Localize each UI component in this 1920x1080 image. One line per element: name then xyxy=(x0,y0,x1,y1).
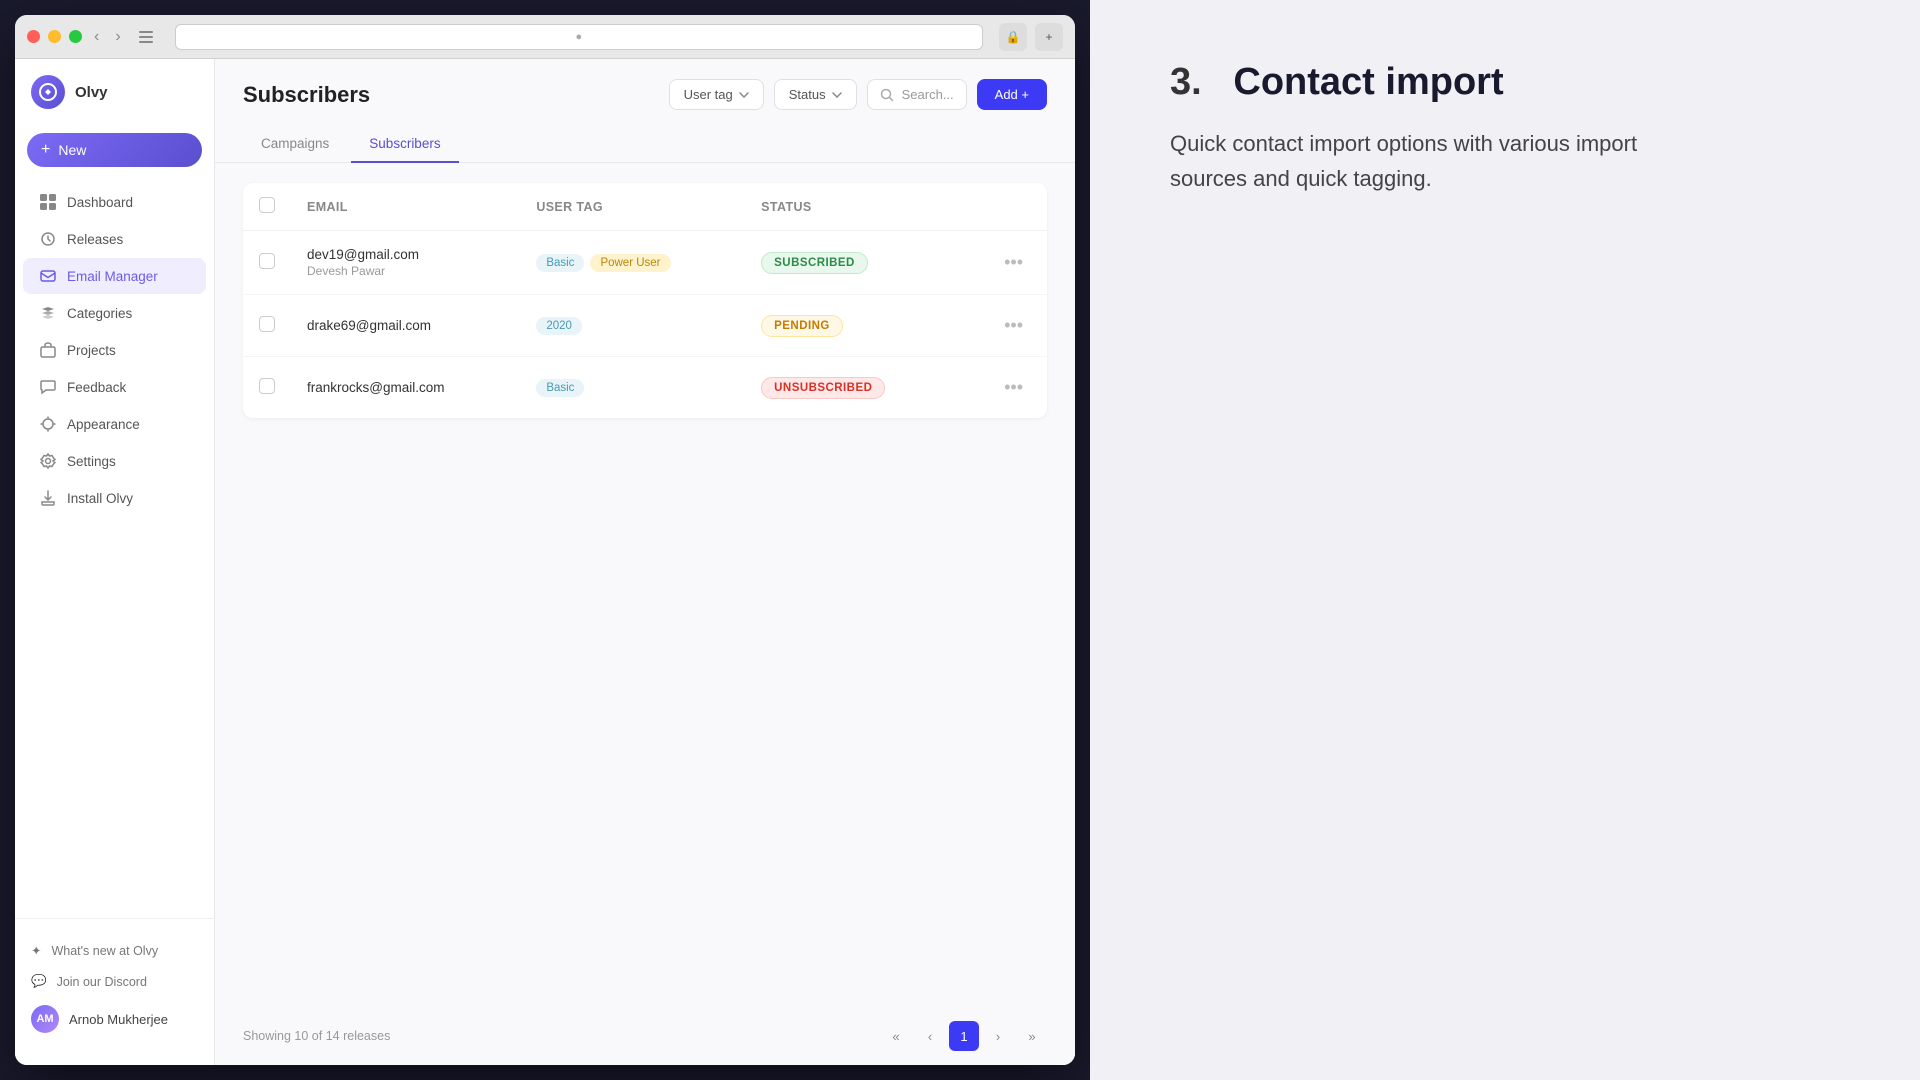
page-header: Subscribers User tag Status Search... xyxy=(215,59,1075,126)
sidebar-item-projects[interactable]: Projects xyxy=(23,332,206,368)
new-button[interactable]: + New xyxy=(27,133,202,167)
sidebar-item-appearance[interactable]: Appearance xyxy=(23,406,206,442)
back-button[interactable]: ‹ xyxy=(90,24,103,50)
email-column-header: Email xyxy=(291,183,520,231)
minimize-button[interactable] xyxy=(48,30,61,43)
forward-button[interactable]: › xyxy=(111,24,124,50)
select-all-checkbox[interactable] xyxy=(259,197,275,213)
row-checkbox[interactable] xyxy=(259,253,275,269)
status-badge: UNSUBSCRIBED xyxy=(761,377,885,399)
more-actions-button[interactable]: ••• xyxy=(996,373,1031,402)
sidebar-item-install-olvy[interactable]: Install Olvy xyxy=(23,480,206,516)
user-tag-column-header: User tag xyxy=(520,183,745,231)
search-icon xyxy=(880,88,894,102)
subscribers-table: Email User tag Status dev19@gmail xyxy=(243,183,1047,418)
email-secondary: Devesh Pawar xyxy=(307,264,504,278)
releases-icon xyxy=(39,230,57,248)
user-name: Arnob Mukherjee xyxy=(69,1012,168,1027)
sidebar-nav: Dashboard Releases Email Manager xyxy=(15,183,214,918)
browser-window: ‹ › ● 🔒 + Olvy + New xyxy=(15,15,1075,1065)
sidebar: Olvy + New Dashboard Releases xyxy=(15,59,215,1065)
extension-button[interactable]: 🔒 xyxy=(999,23,1027,51)
tags-cell: Basic Power User xyxy=(536,254,729,272)
email-manager-icon xyxy=(39,267,57,285)
status-column-header: Status xyxy=(745,183,956,231)
import-description: Quick contact import options with variou… xyxy=(1170,126,1670,196)
url-bar[interactable]: ● xyxy=(175,24,983,50)
tag-badge[interactable]: Basic xyxy=(536,379,584,397)
actions-column-header xyxy=(956,183,1047,231)
tab-campaigns[interactable]: Campaigns xyxy=(243,126,347,163)
tag-badge[interactable]: Basic xyxy=(536,254,584,272)
status-badge: PENDING xyxy=(761,315,843,337)
search-box[interactable]: Search... xyxy=(867,79,967,110)
pagination: « ‹ 1 › » xyxy=(881,1021,1047,1051)
right-panel: 3. Contact import Quick contact import o… xyxy=(1090,0,1920,1080)
feedback-icon xyxy=(39,378,57,396)
status-filter[interactable]: Status xyxy=(774,79,857,110)
sidebar-item-feedback[interactable]: Feedback xyxy=(23,369,206,405)
sidebar-logo: Olvy xyxy=(15,75,214,125)
appearance-icon xyxy=(39,415,57,433)
status-badge: SUBSCRIBED xyxy=(761,252,868,274)
row-checkbox[interactable] xyxy=(259,316,275,332)
first-page-button[interactable]: « xyxy=(881,1021,911,1051)
tags-cell: 2020 xyxy=(536,317,729,335)
logo-icon xyxy=(31,75,65,109)
prev-page-button[interactable]: ‹ xyxy=(915,1021,945,1051)
email-primary: frankrocks@gmail.com xyxy=(307,380,504,395)
tag-badge[interactable]: 2020 xyxy=(536,317,582,335)
maximize-button[interactable] xyxy=(69,30,82,43)
settings-icon xyxy=(39,452,57,470)
discord-icon: 💬 xyxy=(31,974,47,989)
header-actions: User tag Status Search... Add + xyxy=(669,79,1047,110)
showing-text: Showing 10 of 14 releases xyxy=(243,1029,390,1043)
main-content: Subscribers User tag Status Search... xyxy=(215,59,1075,1065)
sidebar-footer: ✦ What's new at Olvy 💬 Join our Discord … xyxy=(15,918,214,1049)
plus-icon: + xyxy=(41,141,50,159)
page-1-button[interactable]: 1 xyxy=(949,1021,979,1051)
avatar: AM xyxy=(31,1005,59,1033)
more-actions-button[interactable]: ••• xyxy=(996,248,1031,277)
table-row: drake69@gmail.com 2020 PENDING ••• xyxy=(243,295,1047,357)
close-button[interactable] xyxy=(27,30,40,43)
sparkle-icon: ✦ xyxy=(31,943,41,958)
next-page-button[interactable]: › xyxy=(983,1021,1013,1051)
tabs: Campaigns Subscribers xyxy=(215,126,1075,163)
table-row: dev19@gmail.com Devesh Pawar Basic Power Us… xyxy=(243,231,1047,295)
projects-icon xyxy=(39,341,57,359)
sidebar-toggle-button[interactable] xyxy=(133,27,159,47)
dashboard-icon xyxy=(39,193,57,211)
app-container: Olvy + New Dashboard Releases xyxy=(15,59,1075,1065)
table-container: Email User tag Status dev19@gmail xyxy=(215,163,1075,1007)
table-footer: Showing 10 of 14 releases « ‹ 1 › » xyxy=(215,1007,1075,1065)
email-primary: dev19@gmail.com xyxy=(307,247,504,262)
whats-new-link[interactable]: ✦ What's new at Olvy xyxy=(15,935,214,966)
more-actions-button[interactable]: ••• xyxy=(996,311,1031,340)
import-heading: 3. Contact import xyxy=(1170,60,1670,106)
browser-titlebar: ‹ › ● 🔒 + xyxy=(15,15,1075,59)
categories-icon xyxy=(39,304,57,322)
user-profile[interactable]: AM Arnob Mukherjee xyxy=(15,997,214,1041)
email-primary: drake69@gmail.com xyxy=(307,318,504,333)
last-page-button[interactable]: » xyxy=(1017,1021,1047,1051)
page-title: Subscribers xyxy=(243,82,370,108)
sidebar-item-settings[interactable]: Settings xyxy=(23,443,206,479)
table-row: frankrocks@gmail.com Basic UNSUBSCRIBED ••• xyxy=(243,357,1047,419)
tag-badge[interactable]: Power User xyxy=(590,254,670,272)
tags-cell: Basic xyxy=(536,379,729,397)
new-tab-button[interactable]: + xyxy=(1035,23,1063,51)
sidebar-item-email-manager[interactable]: Email Manager xyxy=(23,258,206,294)
user-tag-filter[interactable]: User tag xyxy=(669,79,764,110)
sidebar-item-releases[interactable]: Releases xyxy=(23,221,206,257)
add-button[interactable]: Add + xyxy=(977,79,1047,110)
install-icon xyxy=(39,489,57,507)
tab-subscribers[interactable]: Subscribers xyxy=(351,126,458,163)
contact-import-info: 3. Contact import Quick contact import o… xyxy=(1170,60,1670,196)
row-checkbox[interactable] xyxy=(259,378,275,394)
logo-text: Olvy xyxy=(75,84,108,101)
sidebar-item-dashboard[interactable]: Dashboard xyxy=(23,184,206,220)
sidebar-item-categories[interactable]: Categories xyxy=(23,295,206,331)
discord-link[interactable]: 💬 Join our Discord xyxy=(15,966,214,997)
